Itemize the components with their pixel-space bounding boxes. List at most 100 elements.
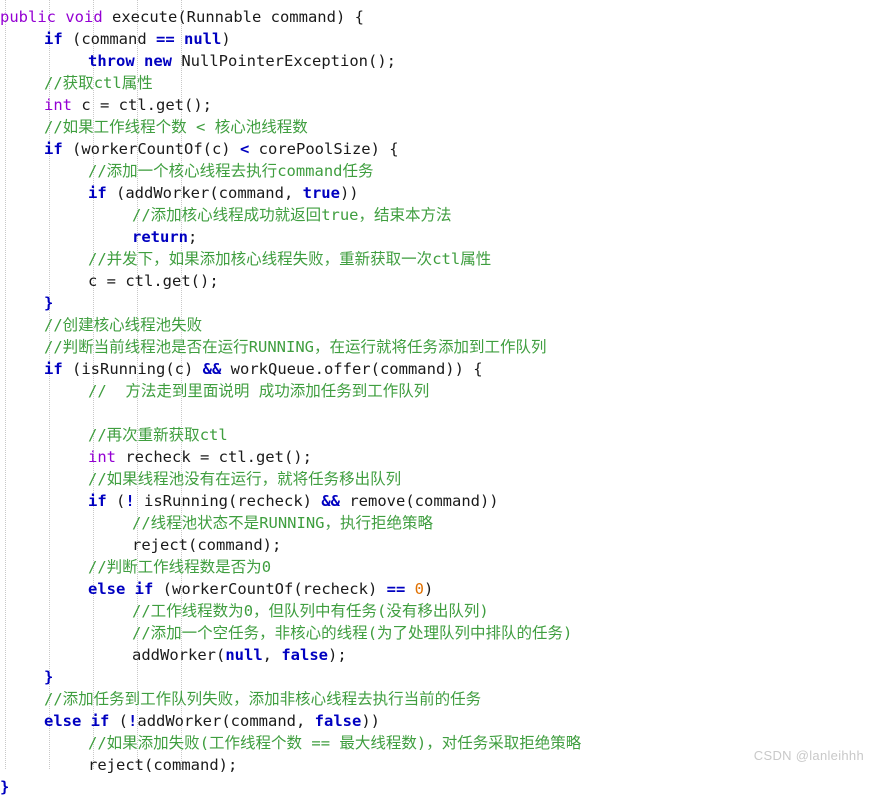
code-line[interactable]: //线程池状态不是RUNNING，执行拒绝策略 [0,512,874,534]
token-plain: workQueue.offer(command)) { [221,360,483,378]
code-line[interactable]: } [0,776,874,798]
code-listing[interactable]: public void execute(Runnable command) {i… [0,6,874,798]
code-line[interactable]: } [0,292,874,314]
token-kw: if [134,580,154,598]
code-line[interactable] [0,402,874,424]
token-num: 0 [414,580,424,598]
token-comment: 如果线程池没有在运行，就将任务移出队列 [106,470,402,488]
token-comment: ctl [93,74,122,92]
token-comment: RUNNING [259,514,325,532]
code-line[interactable]: if (! isRunning(recheck) && remove(comma… [0,490,874,512]
token-comment: // [132,602,151,620]
code-line[interactable]: int recheck = ctl.get(); [0,446,874,468]
code-viewer[interactable]: public void execute(Runnable command) {i… [0,0,874,796]
token-plain: c = ctl.get(); [72,96,212,114]
token-comment: 为了处理队列中排队的任务 [377,624,564,642]
code-line[interactable]: throw new NullPointerException(); [0,50,874,72]
token-plain: , [262,646,282,664]
token-plain: addWorker( [132,646,226,664]
code-line[interactable]: public void execute(Runnable command) { [0,6,874,28]
code-line[interactable]: else if (workerCountOf(recheck) == 0) [0,578,874,600]
token-comment: // [132,514,151,532]
token-comment: 线程池状态不是 [150,514,260,532]
code-line[interactable]: reject(command); [0,754,874,776]
token-kw: } [44,668,54,686]
token-comment: // [44,338,63,356]
token-kw: else [88,580,126,598]
token-comment: 最大线程数 [339,734,417,752]
code-line[interactable]: c = ctl.get(); [0,270,874,292]
code-line[interactable]: } [0,666,874,688]
token-type: int [88,448,116,466]
token-comment: // [88,382,126,400]
code-line[interactable]: reject(command); [0,534,874,556]
code-line[interactable]: //添加一个核心线程去执行command任务 [0,160,874,182]
token-plain: reject(command); [88,756,238,774]
token-comment: 0 [243,602,254,620]
code-line[interactable]: if (command == null) [0,28,874,50]
token-op: == [156,30,175,48]
token-type: int [44,96,72,114]
code-line[interactable]: //判断工作线程数是否为0 [0,556,874,578]
code-line[interactable]: if (workerCountOf(c) < corePoolSize) { [0,138,874,160]
token-kw: false [281,646,328,664]
code-line[interactable]: int c = ctl.get(); [0,94,874,116]
code-line[interactable]: //如果线程池没有在运行，就将任务移出队列 [0,468,874,490]
code-line[interactable]: addWorker(null, false); [0,644,874,666]
token-plain: (workerCountOf(c) [62,140,240,158]
token-type: public [0,8,56,26]
token-op: ! [125,492,135,510]
token-kw: } [0,778,10,796]
token-comment: ，对任务采取拒绝策略 [426,734,582,752]
token-comment: ，在运行就将任务添加到工作队列 [314,338,547,356]
code-line[interactable]: //如果添加失败(工作线程个数 == 最大线程数)，对任务采取拒绝策略 [0,732,874,754]
token-comment: 工作线程数为 [150,602,244,620]
token-plain: addWorker(command, [137,712,315,730]
token-comment: 0 [261,558,272,576]
token-comment: 获取 [62,74,94,92]
token-kw: null [225,646,263,664]
token-op: ! [128,712,138,730]
token-comment: 核心池线程数 [214,118,308,136]
token-comment: 如果工作线程个数 [62,118,187,136]
code-line[interactable]: //添加一个空任务，非核心的线程(为了处理队列中排队的任务) [0,622,874,644]
token-plain: (isRunning(c) [62,360,203,378]
token-comment: ( [199,734,210,752]
token-kw: if [44,360,63,378]
token-kw: if [90,712,110,730]
code-line[interactable]: //工作线程数为0，但队列中有任务(没有移出队列) [0,600,874,622]
code-line[interactable]: //如果工作线程个数 < 核心池线程数 [0,116,874,138]
token-comment: 如果添加失败 [106,734,200,752]
code-line[interactable]: return; [0,226,874,248]
token-comment: ( [367,624,378,642]
token-comment: 成功添加任务到工作队列 [258,382,430,400]
code-line[interactable]: // 方法走到里面说明 成功添加任务到工作队列 [0,380,874,402]
token-comment: ) [479,602,489,620]
code-line[interactable]: if (addWorker(command, true)) [0,182,874,204]
token-plain: (command [62,30,156,48]
code-line[interactable]: //创建核心线程池失败 [0,314,874,336]
token-comment: < [186,118,215,136]
code-line[interactable]: //添加核心线程成功就返回true，结束本方法 [0,204,874,226]
token-comment: 再次重新获取 [106,426,200,444]
token-comment: 添加一个核心线程去执行 [106,162,278,180]
token-comment: ) [416,734,427,752]
token-kw: if [44,140,63,158]
code-line[interactable]: //并发下，如果添加核心线程失败，重新获取一次ctl属性 [0,248,874,270]
code-line[interactable]: else if (!addWorker(command, false)) [0,710,874,732]
token-comment: 创建核心线程池失败 [62,316,203,334]
token-plain: ) [221,30,231,48]
token-comment: // [88,426,107,444]
token-comment: command [277,162,343,180]
code-line[interactable]: if (isRunning(c) && workQueue.offer(comm… [0,358,874,380]
token-comment: true [321,206,359,224]
code-line[interactable]: //添加任务到工作队列失败，添加非核心线程去执行当前的任务 [0,688,874,710]
code-line[interactable]: //判断当前线程池是否在运行RUNNING，在运行就将任务添加到工作队列 [0,336,874,358]
code-line[interactable]: //再次重新获取ctl [0,424,874,446]
token-comment: ) [563,624,573,642]
code-line[interactable]: //获取ctl属性 [0,72,874,94]
token-comment: 任务 [342,162,374,180]
